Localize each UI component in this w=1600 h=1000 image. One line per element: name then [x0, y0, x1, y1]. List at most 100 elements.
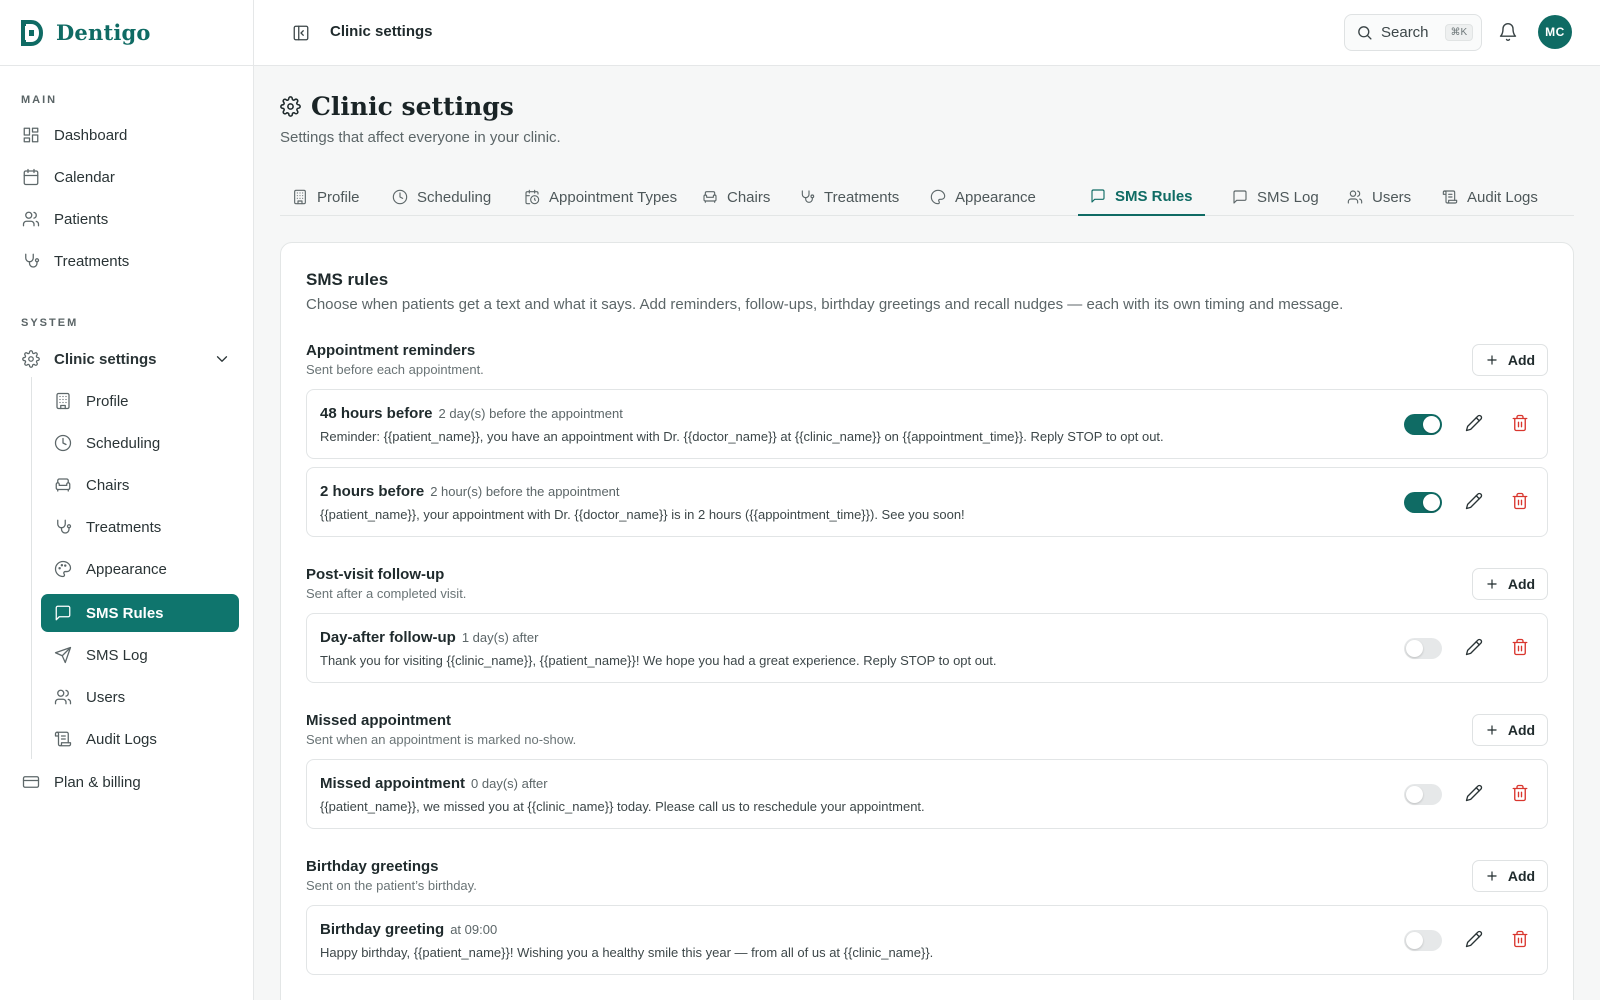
- avatar[interactable]: MC: [1538, 15, 1572, 49]
- tab-label: Treatments: [824, 188, 900, 206]
- tab-sms-rules[interactable]: SMS Rules: [1078, 178, 1205, 216]
- stethoscope-icon: [801, 190, 815, 203]
- tab-chairs[interactable]: Chairs: [690, 178, 782, 216]
- add-missed-appointment-button[interactable]: Add: [1472, 714, 1548, 746]
- edit-button[interactable]: [1465, 492, 1485, 512]
- rule-name: 2 hours before: [320, 483, 425, 500]
- tab-label: Users: [1372, 188, 1412, 206]
- submenu-divider: [31, 377, 32, 759]
- rule-enabled-toggle[interactable]: [1404, 492, 1442, 513]
- sidebar-item-treatments-settings[interactable]: Treatments: [52, 508, 239, 546]
- chevron-down-icon[interactable]: [213, 350, 231, 368]
- users-icon: [54, 689, 72, 705]
- sidebar-item-patients[interactable]: Patients: [20, 200, 239, 238]
- rule-enabled-toggle[interactable]: [1404, 784, 1442, 805]
- tab-sms-log[interactable]: SMS Log: [1220, 178, 1331, 216]
- add-label: Add: [1507, 722, 1536, 738]
- panel-left-icon: [293, 25, 309, 41]
- palette-icon: [54, 560, 72, 578]
- rule-name: Birthday greeting: [320, 921, 445, 938]
- add-follow-up-button[interactable]: Add: [1472, 568, 1548, 600]
- tab-users[interactable]: Users: [1335, 178, 1423, 216]
- tab-label: Scheduling: [417, 188, 492, 206]
- plus-icon: [1487, 579, 1497, 589]
- edit-button[interactable]: [1465, 784, 1485, 804]
- rule-name: Day-after follow-up: [320, 629, 456, 646]
- delete-button[interactable]: [1511, 492, 1531, 512]
- brand[interactable]: Dentigo: [0, 0, 253, 66]
- rule-card: 2 hours before 2 hour(s) before the appoi…: [306, 467, 1548, 537]
- rule-message: Thank you for visiting {{clinic_name}}, …: [320, 653, 997, 668]
- delete-button[interactable]: [1511, 784, 1531, 804]
- sidebar-item-audit-logs[interactable]: Audit Logs: [52, 720, 239, 758]
- rule-timing: 0 day(s) after: [471, 776, 548, 791]
- group-subtitle: Sent before each appointment.: [306, 362, 484, 377]
- sidebar-item-scheduling[interactable]: Scheduling: [52, 424, 239, 462]
- page-subtitle: Settings that affect everyone in your cl…: [280, 129, 561, 146]
- sidebar-item-sms-rules[interactable]: SMS Rules: [41, 594, 239, 632]
- trash-icon: [1512, 638, 1528, 656]
- sidebar-item-label: Patients: [54, 210, 109, 228]
- sidebar-item-treatments[interactable]: Treatments: [20, 242, 239, 280]
- dashboard-icon: [23, 127, 39, 143]
- tab-label: Appearance: [955, 188, 1036, 206]
- sidebar-item-label: Chairs: [86, 476, 130, 494]
- sidebar-item-label: Audit Logs: [86, 730, 157, 748]
- sidebar-item-chairs[interactable]: Chairs: [52, 466, 239, 504]
- palette-icon: [930, 189, 946, 205]
- search-label: Search: [1381, 24, 1429, 41]
- calendar-icon: [23, 168, 39, 186]
- sidebar-item-profile[interactable]: Profile: [52, 382, 239, 420]
- rule-card: Day-after follow-up 1 day(s) after Thank …: [306, 613, 1548, 683]
- tab-profile[interactable]: Profile: [280, 178, 372, 216]
- tab-appearance[interactable]: Appearance: [918, 178, 1048, 216]
- tab-audit-logs[interactable]: Audit Logs: [1430, 178, 1550, 216]
- sidebar-item-plan-billing[interactable]: Plan & billing: [20, 763, 239, 801]
- calendar-clock-icon: [525, 189, 540, 205]
- trash-icon: [1512, 414, 1528, 432]
- trash-icon: [1512, 492, 1528, 510]
- edit-button[interactable]: [1465, 414, 1485, 434]
- tab-label: SMS Rules: [1115, 187, 1193, 205]
- add-reminder-button[interactable]: Add: [1472, 344, 1548, 376]
- group-title-birthday-greetings: Birthday greetings: [306, 858, 439, 875]
- tab-treatments[interactable]: Treatments: [787, 178, 911, 216]
- sidebar-item-clinic-settings[interactable]: Clinic settings: [20, 340, 239, 378]
- sidebar-item-dashboard[interactable]: Dashboard: [20, 116, 239, 154]
- search-shortcut-badge: ⌘K: [1444, 24, 1474, 41]
- delete-button[interactable]: [1511, 414, 1531, 434]
- brand-name: Dentigo: [56, 20, 151, 45]
- card-title: SMS rules: [306, 270, 389, 289]
- sidebar-item-label: Treatments: [54, 252, 130, 270]
- gear-icon: [280, 96, 301, 117]
- sidebar-item-sms-log[interactable]: SMS Log: [52, 636, 239, 674]
- rule-enabled-toggle[interactable]: [1404, 930, 1442, 951]
- sidebar-item-appearance[interactable]: Appearance: [52, 550, 239, 588]
- rule-message: {{patient_name}}, we missed you at {{cli…: [320, 799, 925, 814]
- building-icon: [294, 189, 306, 205]
- edit-button[interactable]: [1465, 638, 1485, 658]
- delete-button[interactable]: [1511, 930, 1531, 950]
- group-title-missed-appointment: Missed appointment: [306, 712, 452, 729]
- clock-icon: [392, 189, 408, 205]
- dentigo-logo-icon: [21, 19, 44, 46]
- edit-button[interactable]: [1465, 930, 1485, 950]
- sidebar-item-label: Profile: [86, 392, 129, 410]
- delete-button[interactable]: [1511, 638, 1531, 658]
- tab-scheduling[interactable]: Scheduling: [380, 178, 503, 216]
- rule-enabled-toggle[interactable]: [1404, 638, 1442, 659]
- scroll-icon: [54, 731, 72, 747]
- sidebar-item-label: Scheduling: [86, 434, 161, 452]
- message-square-icon: [1233, 190, 1247, 204]
- sidebar-toggle-button[interactable]: [292, 24, 310, 42]
- add-birthday-greeting-button[interactable]: Add: [1472, 860, 1548, 892]
- credit-card-icon: [22, 776, 40, 788]
- rule-enabled-toggle[interactable]: [1404, 414, 1442, 435]
- sidebar-item-calendar[interactable]: Calendar: [20, 158, 239, 196]
- sidebar-item-users[interactable]: Users: [52, 678, 239, 716]
- notifications-button[interactable]: [1498, 22, 1518, 42]
- sidebar-item-label: Clinic settings: [54, 350, 157, 368]
- search-button[interactable]: Search ⌘K: [1344, 14, 1482, 51]
- settings-tabs: Profile Scheduling Appointment Types Cha…: [280, 178, 1574, 216]
- tab-appointment-types[interactable]: Appointment Types: [512, 178, 689, 216]
